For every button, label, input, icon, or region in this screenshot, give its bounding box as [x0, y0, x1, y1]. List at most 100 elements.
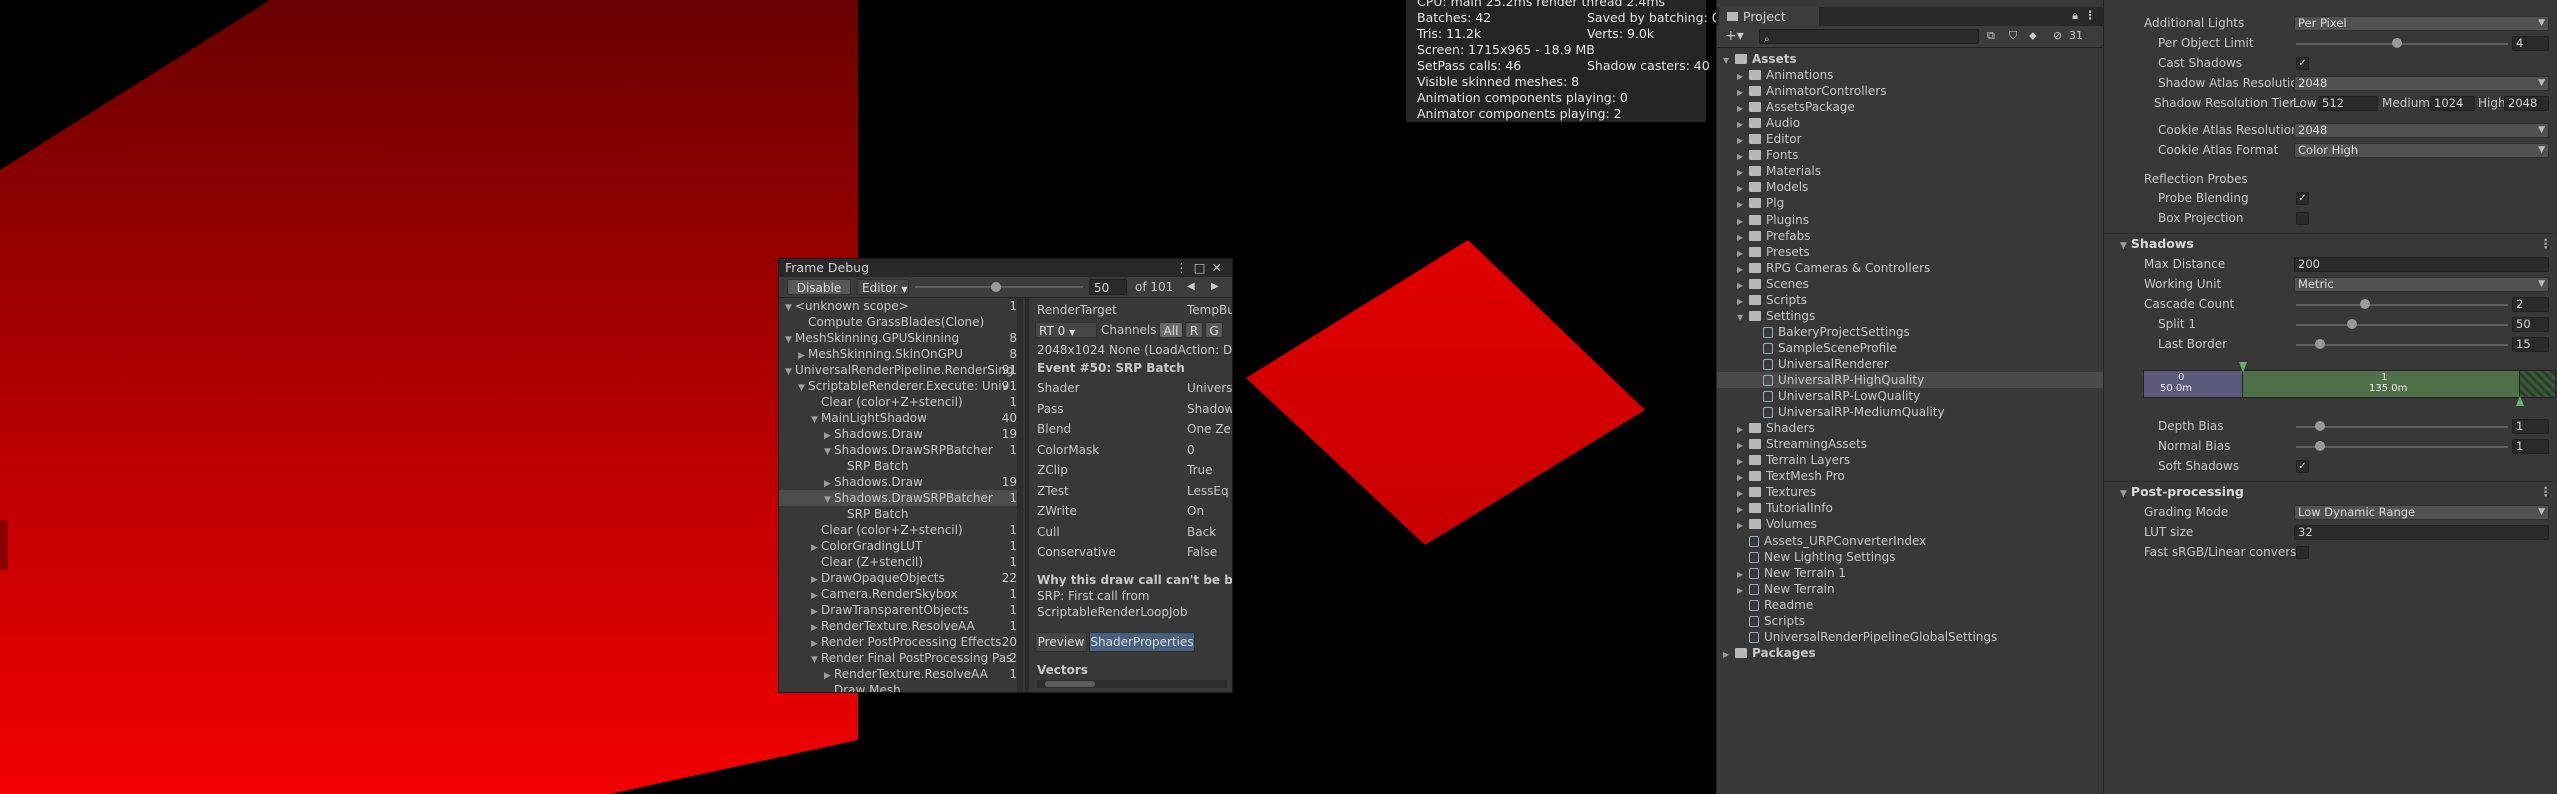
- kebab-menu-icon[interactable]: ⋮: [1175, 260, 1194, 275]
- project-tree-item[interactable]: ▶ TutorialInfo: [1717, 500, 2104, 516]
- project-tree-item[interactable]: ▼ Settings: [1717, 308, 2104, 324]
- draw-event-row[interactable]: ▶ Shadows.Draw 19: [779, 426, 1023, 442]
- project-tree-item[interactable]: ▶ RPG Cameras & Controllers: [1717, 260, 2104, 276]
- per-object-limit-field[interactable]: 4: [2512, 36, 2549, 51]
- project-tree-item[interactable]: UniversalRP-MediumQuality: [1717, 404, 2104, 420]
- last-border-slider[interactable]: [2296, 344, 2508, 346]
- slider-thumb[interactable]: [2315, 441, 2325, 451]
- tab-preview[interactable]: Preview: [1035, 632, 1087, 652]
- draw-event-row[interactable]: ▼ MainLightShadow 40: [779, 410, 1023, 426]
- draw-event-row[interactable]: ▶ Render PostProcessing Effects 20: [779, 634, 1023, 650]
- project-tree-item[interactable]: ▶ Presets: [1717, 244, 2104, 260]
- tab-project[interactable]: Project: [1719, 7, 1819, 26]
- normal-bias-slider[interactable]: [2296, 446, 2508, 448]
- project-tree-item[interactable]: ▶ Scenes: [1717, 276, 2104, 292]
- cast-shadows-checkbox[interactable]: ✓: [2296, 57, 2309, 70]
- frame-debugger-titlebar[interactable]: Frame Debug ⋮□✕: [779, 259, 1232, 277]
- project-tree-item[interactable]: UniversalRP-LowQuality: [1717, 388, 2104, 404]
- scrollbar-thumb[interactable]: [1045, 681, 1095, 687]
- splitter[interactable]: [1025, 298, 1029, 692]
- project-tree-item[interactable]: ▶ Audio: [1717, 115, 2104, 131]
- depth-bias-field[interactable]: 1: [2512, 419, 2549, 434]
- slider-thumb[interactable]: [2360, 299, 2370, 309]
- working-unit-dropdown[interactable]: Metric ▼: [2294, 277, 2549, 292]
- draw-event-row[interactable]: ▶ Shadows.Draw 19: [779, 474, 1023, 490]
- draw-event-row[interactable]: ▶ RenderTexture.ResolveAA 1: [779, 618, 1023, 634]
- cascade-count-field[interactable]: 2: [2512, 297, 2549, 312]
- draw-event-row[interactable]: ▶ ColorGradingLUT 1: [779, 538, 1023, 554]
- project-tree-item[interactable]: ▶ Shaders: [1717, 420, 2104, 436]
- maximize-icon[interactable]: □: [1194, 260, 1212, 275]
- draw-event-row[interactable]: ▶ RenderTexture.ResolveAA 1: [779, 666, 1023, 682]
- project-search-input[interactable]: ⌕: [1759, 29, 1979, 45]
- draw-event-tree[interactable]: ▼ <unknown scope> 1 Compute GrassBlades(Clo…: [779, 298, 1023, 692]
- project-tree-item[interactable]: ▶ Plg: [1717, 195, 2104, 211]
- project-tree-item[interactable]: UniversalRP-HighQuality: [1717, 372, 2104, 388]
- soft-shadows-checkbox[interactable]: ✓: [2296, 460, 2309, 473]
- project-tree-item[interactable]: ▶ Models: [1717, 179, 2104, 195]
- draw-event-row[interactable]: ▶ DrawTransparentObjects 1: [779, 602, 1023, 618]
- editor-dropdown[interactable]: Editor ▼: [857, 279, 909, 295]
- draw-event-row[interactable]: Compute GrassBlades(Clone): [779, 314, 1023, 330]
- postprocessing-section-header[interactable]: ▼ Post-processing ⋮: [2104, 481, 2557, 502]
- project-tree-item[interactable]: ▶ Volumes: [1717, 516, 2104, 532]
- event-slider-thumb[interactable]: [991, 282, 1001, 292]
- next-event-icon[interactable]: ▶: [1211, 279, 1219, 295]
- create-plus-icon[interactable]: +▾: [1725, 28, 1744, 44]
- close-icon[interactable]: ✕: [1212, 260, 1228, 275]
- channel-g-button[interactable]: G: [1205, 322, 1223, 338]
- last-border-field[interactable]: 15: [2512, 337, 2549, 352]
- project-tree-item[interactable]: BakeryProjectSettings: [1717, 324, 2104, 340]
- shadows-section-header[interactable]: ▼ Shadows ⋮: [2104, 233, 2557, 254]
- draw-event-row[interactable]: Draw Mesh: [779, 682, 1023, 692]
- tier-medium-field[interactable]: 1024: [2430, 96, 2475, 111]
- cookie-atlas-format-dropdown[interactable]: Color High ▼: [2294, 143, 2549, 158]
- lut-size-field[interactable]: 32: [2294, 525, 2549, 540]
- search-by-type-icon[interactable]: ⧉: [1987, 29, 1995, 43]
- project-tree-item[interactable]: ▶ Packages: [1717, 645, 2104, 661]
- depth-bias-slider[interactable]: [2296, 426, 2508, 428]
- cascade-splits-bar[interactable]: 0 50.0m 1 135.0m: [2143, 362, 2556, 406]
- slider-thumb[interactable]: [2315, 339, 2325, 349]
- project-tree-item[interactable]: ▶ AnimatorControllers: [1717, 83, 2104, 99]
- project-tree-item[interactable]: ▶ TextMesh Pro: [1717, 468, 2104, 484]
- project-tree-item[interactable]: Assets_URPConverterIndex: [1717, 533, 2104, 549]
- event-number-field[interactable]: 50: [1089, 279, 1127, 295]
- draw-event-row[interactable]: ▶ MeshSkinning.SkinOnGPU 8: [779, 346, 1023, 362]
- draw-event-row[interactable]: ▼ Shadows.DrawSRPBatcher 1: [779, 442, 1023, 458]
- per-object-limit-slider[interactable]: [2296, 43, 2508, 45]
- project-tree-item[interactable]: ▶ Scripts: [1717, 292, 2104, 308]
- tab-shader-properties[interactable]: ShaderProperties: [1089, 632, 1195, 652]
- kebab-menu-icon[interactable]: ⋮: [2540, 482, 2553, 502]
- grading-mode-dropdown[interactable]: Low Dynamic Range ▼: [2294, 505, 2549, 520]
- draw-event-row[interactable]: ▼ Render Final PostProcessing Pas 2: [779, 650, 1023, 666]
- search-by-label-icon[interactable]: ⛉: [2009, 29, 2017, 43]
- horizontal-scrollbar[interactable]: [1037, 680, 1227, 688]
- channel-all-button[interactable]: All: [1159, 322, 1183, 338]
- draw-event-row[interactable]: ▼ Shadows.DrawSRPBatcher 1: [779, 490, 1023, 506]
- tree-scrollbar[interactable]: [1017, 298, 1023, 692]
- project-tree-item[interactable]: ▶ Textures: [1717, 484, 2104, 500]
- cascade-count-slider[interactable]: [2296, 304, 2508, 306]
- kebab-menu-icon[interactable]: ⋮: [2085, 8, 2097, 22]
- tag-icon[interactable]: ⬥: [2029, 29, 2037, 43]
- project-tree-item[interactable]: ▶ Terrain Layers: [1717, 452, 2104, 468]
- slider-thumb[interactable]: [2347, 319, 2357, 329]
- project-tree-item[interactable]: ▶ Fonts: [1717, 147, 2104, 163]
- kebab-menu-icon[interactable]: ⋮: [2540, 234, 2553, 254]
- tier-low-field[interactable]: 512: [2318, 96, 2378, 111]
- fast-srgb-checkbox[interactable]: [2296, 546, 2309, 559]
- foldout-collapsed-icon[interactable]: ▶: [1723, 647, 1735, 663]
- project-tree-item[interactable]: Scripts: [1717, 613, 2104, 629]
- disable-button[interactable]: Disable: [787, 279, 851, 295]
- probe-blending-checkbox[interactable]: ✓: [2296, 192, 2309, 205]
- cascade-1-segment[interactable]: 1 135.0m: [2243, 371, 2519, 397]
- project-tree-item[interactable]: ▶ Prefabs: [1717, 228, 2104, 244]
- draw-event-row[interactable]: ▶ DrawOpaqueObjects 22: [779, 570, 1023, 586]
- draw-event-row[interactable]: Clear (color+Z+stencil) 1: [779, 522, 1023, 538]
- draw-event-row[interactable]: ▼ UniversalRenderPipeline.RenderSing 91: [779, 362, 1023, 378]
- prev-event-icon[interactable]: ◀: [1187, 279, 1195, 295]
- normal-bias-field[interactable]: 1: [2512, 439, 2549, 454]
- lock-icon[interactable]: 🔒︎: [2072, 9, 2078, 23]
- last-border-handle[interactable]: [2516, 396, 2524, 406]
